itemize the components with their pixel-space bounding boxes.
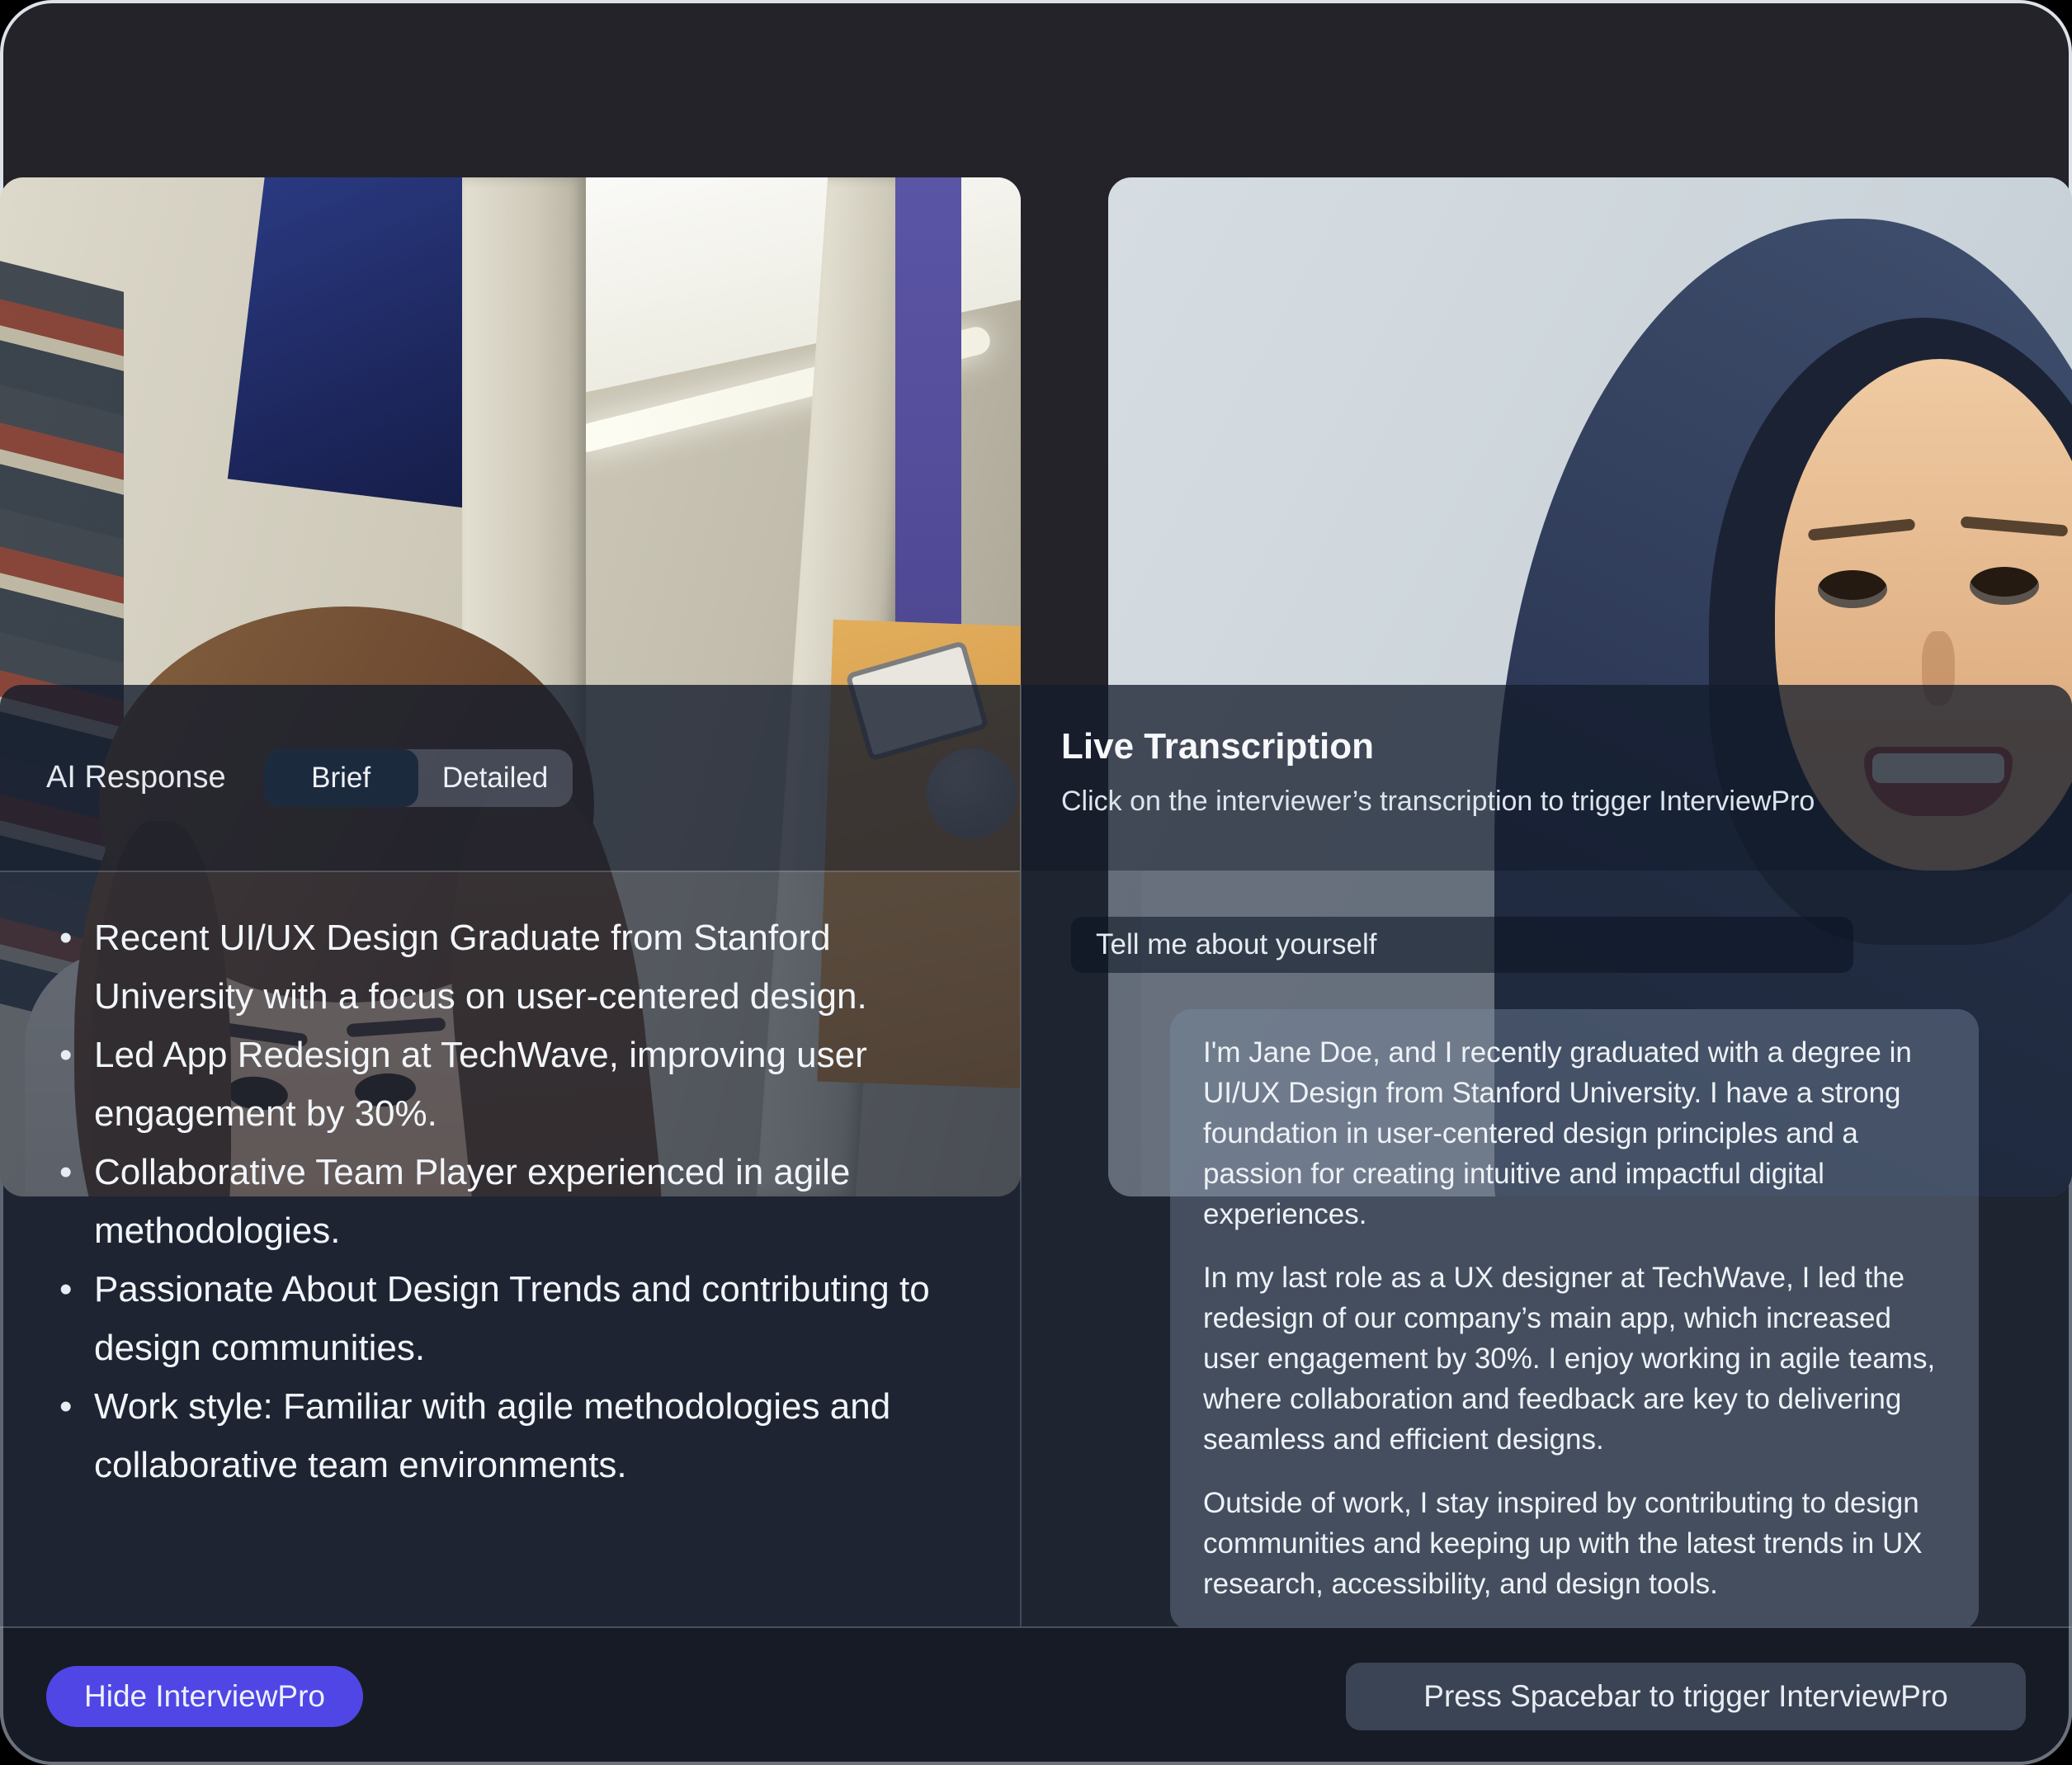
transcription-feed: Tell me about yourself I'm Jane Doe, and… — [1022, 871, 2072, 1626]
eyebrow — [1808, 518, 1916, 541]
candidate-response-bubble: I'm Jane Doe, and I recently graduated w… — [1170, 1009, 1979, 1626]
eye — [1970, 567, 2039, 605]
transcription-panel: Live Transcription Click on the intervie… — [1022, 685, 2072, 1626]
ai-response-content: Recent UI/UX Design Graduate from Stanfo… — [0, 871, 1020, 1626]
response-paragraph: I'm Jane Doe, and I recently graduated w… — [1203, 1032, 1946, 1234]
interviewer-message-chip[interactable]: Tell me about yourself — [1071, 917, 1853, 973]
ai-response-panel: AI Response Brief Detailed — [0, 685, 1022, 1626]
footer-bar: Hide InterviewPro Press Spacebar to trig… — [0, 1626, 2072, 1765]
hide-interviewpro-button[interactable]: Hide InterviewPro — [46, 1666, 363, 1727]
response-bullet-item: Recent UI/UX Design Graduate from Stanfo… — [58, 908, 962, 1026]
response-bullet-item: Led App Redesign at TechWave, improving … — [58, 1026, 962, 1143]
app-window: AI Response Brief Detailed — [0, 0, 2072, 1765]
response-mode-option[interactable]: Detailed — [418, 749, 573, 807]
interviewpro-overlay: AI Response Brief Detailed — [0, 685, 2072, 1765]
eyebrow — [1961, 516, 2069, 536]
ai-response-title: AI Response — [46, 760, 226, 795]
response-mode-toggle: Brief Detailed — [264, 749, 573, 807]
live-transcription-title: Live Transcription — [1061, 726, 2032, 767]
spacebar-hint: Press Spacebar to trigger InterviewPro — [1346, 1663, 2026, 1730]
transcription-header: Live Transcription Click on the intervie… — [1022, 685, 2072, 871]
response-mode-option[interactable]: Brief — [264, 749, 418, 807]
response-bullet-list: Recent UI/UX Design Graduate from Stanfo… — [58, 908, 962, 1494]
ai-response-header: AI Response Brief Detailed — [0, 685, 1020, 871]
response-bullet-item: Passionate About Design Trends and contr… — [58, 1260, 962, 1377]
eye — [1818, 570, 1887, 608]
transcription-subtitle: Click on the interviewer’s transcription… — [1061, 786, 2032, 818]
overlay-main: AI Response Brief Detailed — [0, 685, 2072, 1626]
response-bullet-item: Collaborative Team Player experienced in… — [58, 1143, 962, 1260]
response-paragraph: Outside of work, I stay inspired by cont… — [1203, 1483, 1946, 1604]
response-bullet-item: Work style: Familiar with agile methodol… — [58, 1377, 962, 1494]
response-paragraph: In my last role as a UX designer at Tech… — [1203, 1258, 1946, 1460]
stage: AI Response Brief Detailed — [0, 0, 2072, 1765]
